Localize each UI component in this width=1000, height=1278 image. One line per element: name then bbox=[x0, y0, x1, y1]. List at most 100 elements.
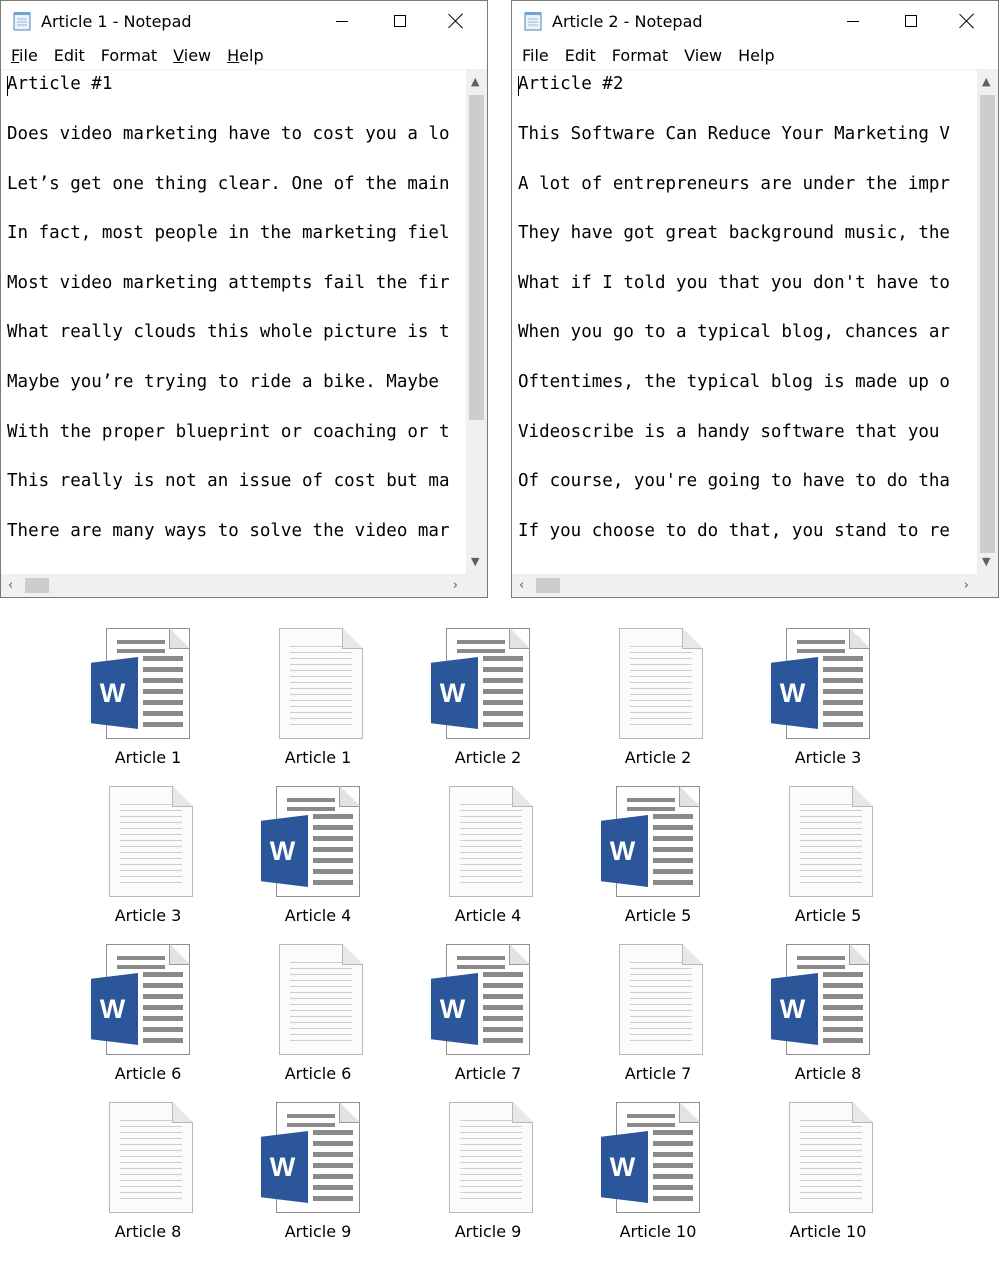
window-title: Article 2 - Notepad bbox=[552, 12, 703, 31]
close-button[interactable] bbox=[944, 1, 990, 41]
text-lines bbox=[483, 656, 523, 728]
menu-mnemonic: F bbox=[11, 46, 20, 65]
menu-label: elp bbox=[239, 46, 264, 65]
file-item[interactable]: W Article 7 bbox=[413, 926, 563, 1083]
menu-help[interactable]: Help bbox=[730, 41, 782, 69]
file-item[interactable]: W Article 2 bbox=[413, 610, 563, 767]
title-bar[interactable]: Article 2 - Notepad bbox=[512, 1, 998, 41]
word-letter: W bbox=[269, 835, 296, 866]
text-lines bbox=[460, 804, 522, 888]
menu-label: Edit bbox=[564, 46, 596, 65]
scroll-up-arrow-icon[interactable]: ▲ bbox=[982, 76, 990, 87]
file-item[interactable]: Article 4 bbox=[413, 768, 563, 925]
word-letter: W bbox=[439, 993, 466, 1024]
notepad-window-article-2[interactable]: Article 2 - Notepad File Edit Format Vie… bbox=[511, 0, 999, 598]
scroll-up-arrow-icon[interactable]: ▲ bbox=[471, 76, 479, 87]
file-label: Article 4 bbox=[284, 906, 352, 925]
scroll-right-arrow-icon[interactable]: › bbox=[964, 579, 969, 592]
text-line: What if I told you that you don't have t… bbox=[518, 273, 950, 293]
text-lines bbox=[313, 1130, 353, 1202]
minimize-icon bbox=[336, 20, 348, 22]
minimize-button[interactable] bbox=[319, 1, 365, 41]
close-button[interactable] bbox=[433, 1, 479, 41]
file-item[interactable]: Article 3 bbox=[73, 768, 223, 925]
scroll-right-arrow-icon[interactable]: › bbox=[453, 579, 458, 592]
scroll-down-arrow-icon[interactable]: ▼ bbox=[982, 556, 990, 567]
menu-edit[interactable]: Edit bbox=[46, 41, 93, 69]
file-item[interactable]: W Article 10 bbox=[583, 1084, 733, 1241]
word-badge: W bbox=[431, 657, 478, 729]
maximize-button[interactable] bbox=[888, 1, 934, 41]
menu-file[interactable]: File bbox=[512, 41, 557, 69]
menu-format[interactable]: Format bbox=[604, 41, 676, 69]
text-line: With the proper blueprint or coaching or… bbox=[7, 422, 450, 442]
maximize-button[interactable] bbox=[377, 1, 423, 41]
horizontal-scroll-thumb[interactable] bbox=[536, 578, 560, 593]
page-fold bbox=[169, 628, 190, 649]
file-item[interactable]: Article 6 bbox=[243, 926, 393, 1083]
file-label: Article 3 bbox=[794, 748, 862, 767]
page-fold bbox=[512, 1102, 533, 1123]
text-editor-area[interactable]: Article #1 Does video marketing have to … bbox=[1, 69, 466, 575]
page-fold bbox=[852, 1102, 873, 1123]
notepad-app-icon bbox=[524, 12, 542, 31]
page-fold bbox=[512, 786, 533, 807]
menu-help[interactable]: Help bbox=[219, 41, 271, 69]
file-item[interactable]: W Article 8 bbox=[753, 926, 903, 1083]
file-label: Article 2 bbox=[454, 748, 522, 767]
horizontal-scrollbar[interactable]: ‹ › bbox=[512, 574, 977, 597]
file-item[interactable]: Article 5 bbox=[753, 768, 903, 925]
word-badge: W bbox=[431, 973, 478, 1045]
text-editor-area[interactable]: Article #2 This Software Can Reduce Your… bbox=[512, 69, 977, 575]
file-item[interactable]: W Article 1 bbox=[73, 610, 223, 767]
text-line: Oftentimes, the typical blog is made up … bbox=[518, 372, 950, 392]
file-item[interactable]: W Article 6 bbox=[73, 926, 223, 1083]
file-item[interactable]: Article 7 bbox=[583, 926, 733, 1083]
file-label: Article 3 bbox=[114, 906, 182, 925]
scroll-corner bbox=[977, 574, 998, 597]
text-lines bbox=[313, 814, 353, 886]
vertical-scroll-thumb[interactable] bbox=[469, 95, 484, 420]
horizontal-scroll-thumb[interactable] bbox=[25, 578, 49, 593]
vertical-scrollbar[interactable]: ▲ ▼ bbox=[466, 69, 487, 574]
notepad-window-article-1[interactable]: Article 1 - Notepad File Edit Format Vie… bbox=[0, 0, 488, 598]
menu-view[interactable]: View bbox=[676, 41, 730, 69]
file-item[interactable]: W Article 9 bbox=[243, 1084, 393, 1241]
file-item[interactable]: Article 2 bbox=[583, 610, 733, 767]
menu-label: Help bbox=[738, 46, 775, 65]
title-bar[interactable]: Article 1 - Notepad bbox=[1, 1, 487, 41]
file-item[interactable]: Article 8 bbox=[73, 1084, 223, 1241]
page-fold bbox=[682, 628, 703, 649]
file-item[interactable]: Article 9 bbox=[413, 1084, 563, 1241]
text-lines bbox=[117, 640, 165, 654]
menu-mnemonic: V bbox=[173, 46, 184, 65]
text-lines bbox=[483, 972, 523, 1044]
scroll-left-arrow-icon[interactable]: ‹ bbox=[519, 579, 524, 592]
minimize-button[interactable] bbox=[830, 1, 876, 41]
file-item[interactable]: Article 10 bbox=[753, 1084, 903, 1241]
scroll-down-arrow-icon[interactable]: ▼ bbox=[471, 556, 479, 567]
file-item[interactable]: W Article 3 bbox=[753, 610, 903, 767]
text-lines bbox=[143, 656, 183, 728]
menu-file[interactable]: File bbox=[1, 41, 46, 69]
text-line: Videoscribe is a handy software that you bbox=[518, 422, 940, 442]
text-line: In fact, most people in the marketing fi… bbox=[7, 223, 450, 243]
scroll-left-arrow-icon[interactable]: ‹ bbox=[8, 579, 13, 592]
page-fold bbox=[679, 786, 700, 807]
horizontal-scrollbar[interactable]: ‹ › bbox=[1, 574, 466, 597]
file-item[interactable]: W Article 5 bbox=[583, 768, 733, 925]
file-item[interactable]: Article 1 bbox=[243, 610, 393, 767]
menu-format[interactable]: Format bbox=[93, 41, 165, 69]
text-line: There are many ways to solve the video m… bbox=[7, 521, 450, 541]
vertical-scrollbar[interactable]: ▲ ▼ bbox=[977, 69, 998, 574]
file-label: Article 10 bbox=[789, 1222, 867, 1241]
file-item[interactable]: W Article 4 bbox=[243, 768, 393, 925]
text-line: Article #2 bbox=[518, 74, 624, 94]
vertical-scroll-thumb[interactable] bbox=[980, 95, 995, 553]
page-fold bbox=[849, 944, 870, 965]
page-fold bbox=[852, 786, 873, 807]
text-lines bbox=[120, 1120, 182, 1204]
menu-view[interactable]: View bbox=[165, 41, 219, 69]
text-lines bbox=[823, 656, 863, 728]
menu-edit[interactable]: Edit bbox=[557, 41, 604, 69]
